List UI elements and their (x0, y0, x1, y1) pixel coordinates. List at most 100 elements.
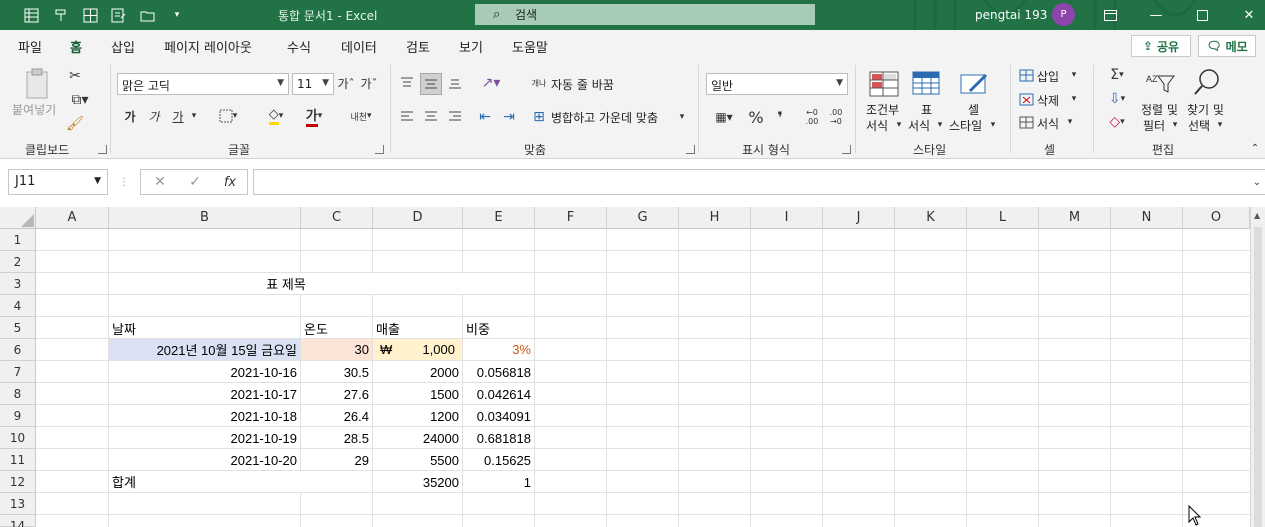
chevron-down-icon[interactable]: ▾ (1215, 117, 1225, 133)
comma-button[interactable]: ❜ (772, 107, 788, 127)
merge-center-icon[interactable]: ⊞ (530, 107, 548, 127)
header-sales-cell[interactable]: 매출 (373, 317, 462, 339)
tab-page-layout[interactable]: 페이지 레이아웃 (164, 37, 252, 56)
row-header-14[interactable]: 14 (0, 515, 36, 527)
format-cells-icon[interactable] (1018, 114, 1034, 130)
more-icon[interactable]: ⋮ (119, 173, 129, 191)
align-middle-icon[interactable] (420, 73, 442, 95)
date-cell[interactable]: 2021-10-20 (109, 449, 300, 471)
sales-cell[interactable]: 1500 (373, 383, 462, 405)
increase-indent-icon[interactable]: ⇥ (500, 107, 518, 127)
number-format-select[interactable]: 일반 ▼ (706, 73, 848, 95)
folder-icon[interactable] (138, 6, 156, 24)
sheet-title-cell[interactable]: 표 제목 (109, 273, 463, 294)
chevron-down-icon[interactable]: ▾ (1170, 117, 1180, 133)
align-bottom-icon[interactable] (446, 73, 464, 93)
delete-cells-button[interactable]: 삭제 (1037, 92, 1059, 109)
sort-filter-icon[interactable]: AZ (1146, 69, 1176, 97)
scrollbar-thumb[interactable] (1254, 227, 1262, 527)
ratio-cell-formatted[interactable]: 3% (463, 339, 534, 360)
font-launcher-icon[interactable] (375, 145, 384, 154)
cell-styles-label-1[interactable]: 셀 (968, 101, 979, 118)
sort-filter-label-2[interactable]: 필터 (1143, 117, 1165, 134)
align-left-icon[interactable] (398, 107, 416, 127)
form-icon[interactable] (109, 6, 127, 24)
format-painter-brush-icon[interactable]: 🖌 (66, 115, 84, 133)
column-header-g[interactable]: G (607, 207, 679, 229)
underline-button[interactable]: 가 (170, 107, 186, 125)
chevron-down-icon[interactable]: ▾ (676, 109, 688, 125)
find-select-label-2[interactable]: 선택 (1188, 117, 1210, 134)
wrap-text-button[interactable]: 자동 줄 바꿈 (551, 76, 614, 93)
header-date-cell[interactable]: 날짜 (109, 317, 300, 339)
name-box[interactable]: J11 ▼ (8, 169, 108, 195)
accounting-format-icon[interactable]: ▦▾ (708, 107, 740, 127)
table-icon[interactable] (22, 6, 40, 24)
cell-styles-label-2[interactable]: 스타일 (949, 117, 982, 134)
ratio-cell[interactable]: 0.15625 (463, 449, 534, 471)
tab-home[interactable]: 홈 (68, 37, 84, 64)
temp-cell[interactable]: 29 (301, 449, 372, 471)
insert-cells-button[interactable]: 삽입 (1037, 68, 1059, 85)
font-name-select[interactable]: 맑은 고딕 ▼ (117, 73, 289, 95)
cut-icon[interactable]: ✂ (66, 67, 84, 85)
column-header-a[interactable]: A (36, 207, 109, 229)
column-header-j[interactable]: J (823, 207, 895, 229)
copy-icon[interactable]: ⧉▾ (66, 91, 94, 109)
row-header-2[interactable]: 2 (0, 251, 36, 273)
row-header-8[interactable]: 8 (0, 383, 36, 405)
row-header-12[interactable]: 12 (0, 471, 36, 493)
total-label-cell[interactable]: 합계 (109, 471, 372, 492)
chevron-down-icon[interactable]: ▾ (988, 117, 998, 133)
format-as-table-label-1[interactable]: 표 (921, 101, 932, 118)
temp-cell[interactable]: 28.5 (301, 427, 372, 449)
fill-color-icon[interactable]: ◇ ▾ (260, 107, 292, 125)
ratio-cell[interactable]: 0.056818 (463, 361, 534, 383)
chevron-down-icon[interactable]: ▾ (935, 117, 945, 133)
date-cell[interactable]: 2021-10-19 (109, 427, 300, 449)
sales-cell[interactable]: 2000 (373, 361, 462, 383)
column-header-h[interactable]: H (679, 207, 751, 229)
align-center-icon[interactable] (422, 107, 440, 127)
date-cell[interactable]: 2021-10-17 (109, 383, 300, 405)
alignment-launcher-icon[interactable] (686, 145, 695, 154)
column-header-n[interactable]: N (1111, 207, 1183, 229)
search-box[interactable]: ⌕ 검색 (475, 4, 815, 25)
column-header-m[interactable]: M (1039, 207, 1111, 229)
cell-styles-icon[interactable] (958, 69, 992, 99)
clear-icon[interactable]: ◇ ▾ (1102, 114, 1132, 130)
formula-input[interactable] (253, 169, 1265, 195)
chevron-down-icon[interactable]: ▾ (1064, 114, 1076, 130)
ribbon-display-icon[interactable] (1098, 4, 1122, 26)
date-cell-formatted[interactable]: 2021년 10월 15일 금요일 (109, 339, 300, 360)
tab-insert[interactable]: 삽입 (111, 37, 135, 56)
grid-icon[interactable] (81, 6, 99, 24)
tab-review[interactable]: 검토 (406, 37, 430, 56)
row-header-5[interactable]: 5 (0, 317, 36, 339)
tab-view[interactable]: 보기 (459, 37, 483, 56)
header-ratio-cell[interactable]: 비중 (463, 317, 534, 339)
sales-cell-formatted[interactable]: ₩ 1,000 (373, 339, 462, 360)
font-size-select[interactable]: 11 ▼ (292, 73, 334, 95)
fill-icon[interactable]: ⇩ ▾ (1102, 91, 1132, 107)
format-painter-icon[interactable] (52, 6, 70, 24)
row-header-9[interactable]: 9 (0, 405, 36, 427)
tab-data[interactable]: 데이터 (341, 37, 377, 56)
increase-decimal-button[interactable]: ←0 .00 (802, 105, 822, 129)
autosum-icon[interactable]: Σ ▾ (1102, 67, 1132, 83)
increase-font-icon[interactable]: 가ˆ (337, 74, 355, 92)
avatar[interactable]: P (1052, 3, 1075, 26)
close-icon[interactable]: ✕ (1237, 4, 1261, 26)
sales-cell[interactable]: 1200 (373, 405, 462, 427)
select-all-corner[interactable] (0, 207, 36, 229)
ratio-cell[interactable]: 0.034091 (463, 405, 534, 427)
decrease-font-icon[interactable]: 가ˇ (360, 74, 378, 92)
column-header-o[interactable]: O (1183, 207, 1250, 229)
row-header-1[interactable]: 1 (0, 229, 36, 251)
expand-formula-icon[interactable]: ⌄ (1250, 173, 1264, 191)
column-header-b[interactable]: B (109, 207, 301, 229)
scroll-up-icon[interactable]: ▲ (1254, 211, 1260, 220)
row-header-7[interactable]: 7 (0, 361, 36, 383)
percent-button[interactable]: % (747, 107, 765, 127)
column-header-c[interactable]: C (301, 207, 373, 229)
